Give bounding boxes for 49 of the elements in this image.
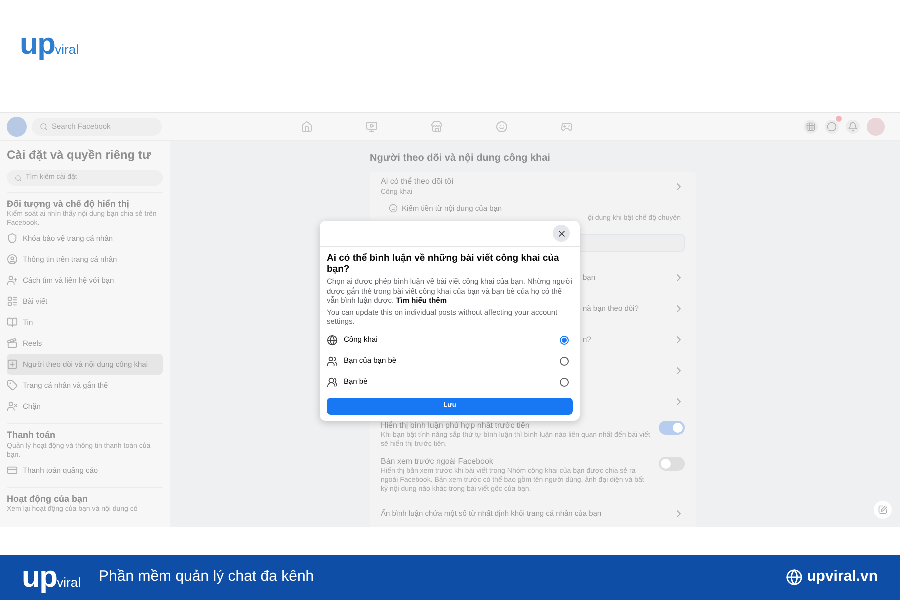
bell-icon[interactable]: [846, 120, 860, 134]
sidebar-item-icon: [7, 275, 18, 286]
sidebar-item-icon: [7, 401, 18, 412]
banner-tagline: Phần mềm quản lý chat đa kênh: [99, 567, 314, 588]
smiley-icon[interactable]: [495, 120, 509, 134]
monetize-icon: [389, 204, 398, 213]
toggle-switch[interactable]: [659, 421, 685, 436]
section-heading: Đối tượng và chế độ hiển thị: [7, 199, 130, 210]
compose-icon[interactable]: [874, 501, 892, 519]
sidebar-item-icon: [7, 338, 18, 350]
logo-text: viral: [55, 43, 79, 56]
search-icon: [15, 174, 22, 182]
chat-icon[interactable]: [825, 120, 839, 134]
sidebar-item-icon: [7, 359, 18, 370]
sidebar-item-icon: [7, 380, 18, 392]
close-button[interactable]: [553, 225, 570, 242]
avatar[interactable]: [867, 118, 885, 136]
radio-button[interactable]: [560, 336, 569, 344]
sidebar-item-icon: [7, 254, 18, 266]
website-text: upviral.vn: [807, 567, 878, 588]
radio-button[interactable]: [560, 378, 569, 386]
dialog-title: Ai có thể bình luận về những bài viết công khai của bạn?: [327, 253, 560, 275]
radio-button[interactable]: [560, 356, 569, 366]
sidebar-item-icon: [7, 464, 18, 476]
close-icon: [556, 228, 566, 238]
setting-label: Bản xem trước ngoài Facebook: [381, 457, 494, 467]
globe-icon: [327, 334, 338, 346]
menu-grid-icon[interactable]: [804, 120, 818, 134]
section-heading: Thanh toán: [7, 430, 56, 442]
sidebar-item-icon: [7, 296, 18, 308]
globe-icon: [786, 569, 804, 586]
setting-label: Hiển thị bình luận phù hợp nhất trước tiên: [381, 421, 531, 430]
search-icon: [40, 122, 48, 130]
store-icon[interactable]: [430, 120, 444, 134]
logo-mark: up: [22, 562, 58, 592]
page-title: Người theo dõi và nội dung công khai: [370, 152, 552, 166]
sidebar-title: Cài đặt và quyền riêng tư: [7, 148, 152, 163]
people-icon: [327, 376, 338, 388]
section-heading: Hoạt động của bạn: [7, 494, 89, 505]
logo-mark: up: [20, 30, 56, 60]
toggle-switch[interactable]: [659, 457, 685, 472]
logo-text: viral: [57, 576, 81, 588]
sidebar-item-icon: [7, 317, 18, 328]
facebook-logo-icon[interactable]: [7, 116, 27, 136]
sidebar-item-icon: [7, 233, 18, 244]
home-icon[interactable]: [300, 120, 314, 134]
group-icon: [327, 356, 338, 366]
setting-label: Ai có thể theo dõi tôi: [381, 176, 454, 188]
video-icon[interactable]: [365, 120, 379, 134]
